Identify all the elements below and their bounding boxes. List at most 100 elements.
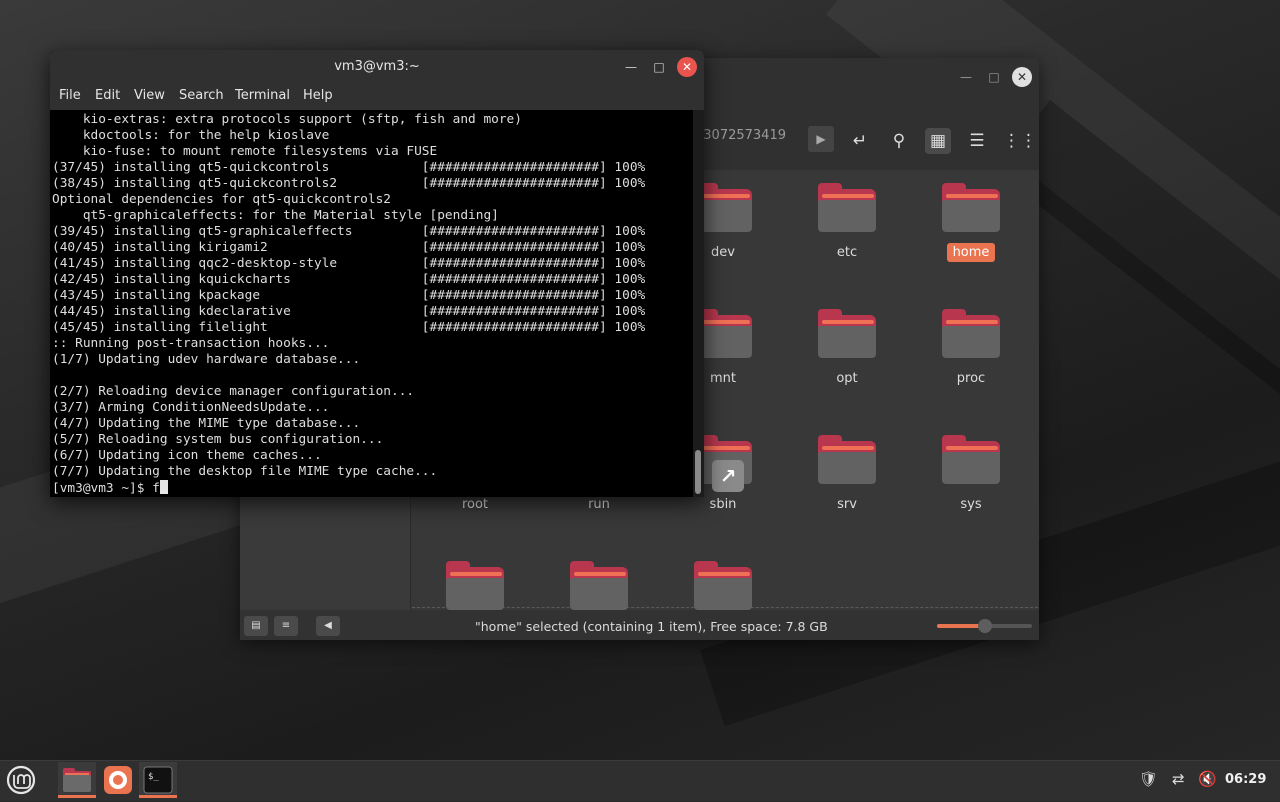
maximize-icon[interactable]: □: [649, 57, 669, 77]
folder-icon-front: [942, 200, 1000, 232]
folder-label-text: root: [461, 497, 489, 512]
folder-icon-strip: [698, 446, 750, 450]
terminal-scrollbar[interactable]: [693, 110, 704, 497]
minimize-icon[interactable]: —: [621, 57, 641, 77]
folder-icon-strip: [450, 572, 502, 576]
open-terminal-here-icon[interactable]: ↵: [847, 128, 873, 154]
hide-sidebar-icon[interactable]: ◀: [316, 616, 340, 636]
folder-label[interactable]: home: [926, 243, 1016, 262]
terminal-line: (39/45) installing qt5-graphicaleffects …: [52, 224, 646, 239]
zoom-slider[interactable]: [937, 619, 1032, 633]
folder-label[interactable]: etc: [802, 245, 892, 260]
folder-icon[interactable]: [570, 561, 630, 611]
folder-label-text: srv: [837, 497, 857, 512]
terminal-line: (40/45) installing kirigami2 [##########…: [52, 240, 646, 255]
terminal-line: :: Running post-transaction hooks...: [52, 336, 330, 351]
terminal-icon: $_: [143, 766, 173, 794]
path-forward-arrow-icon[interactable]: ▶: [808, 126, 834, 152]
terminal-line: qt5-graphicaleffects: for the Material s…: [52, 208, 499, 223]
taskbar-files-button[interactable]: [58, 762, 96, 798]
folder-label[interactable]: run: [554, 497, 644, 512]
update-manager-shield-icon[interactable]: 🛡: [1139, 770, 1158, 788]
menu-edit[interactable]: Edit: [95, 88, 120, 103]
folder-label-text: sbin: [709, 497, 737, 512]
terminal-scrollbar-thumb[interactable]: [695, 450, 701, 494]
folder-label[interactable]: sys: [926, 497, 1016, 512]
terminal-prompt-line[interactable]: [vm3@vm3 ~]$ f: [52, 480, 690, 496]
folder-icon[interactable]: [694, 561, 754, 611]
folder-icon-front: [446, 578, 504, 610]
folder-label[interactable]: srv: [802, 497, 892, 512]
svg-text:$_: $_: [148, 772, 159, 782]
folder-icon[interactable]: [942, 309, 1002, 359]
terminal-cursor: [159, 480, 168, 494]
folder-label[interactable]: sbin: [678, 497, 768, 512]
folder-label-text: run: [588, 497, 610, 512]
folder-icon[interactable]: [818, 183, 878, 233]
minimize-icon[interactable]: —: [956, 67, 976, 87]
compact-view-icon[interactable]: ⋮⋮: [1003, 128, 1037, 154]
menu-view[interactable]: View: [134, 88, 165, 103]
close-icon[interactable]: ✕: [1012, 67, 1032, 87]
close-icon[interactable]: ✕: [677, 57, 697, 77]
terminal-line: (38/45) installing qt5-quickcontrols2 [#…: [52, 176, 646, 191]
places-sidebar-toggle-icon[interactable]: ▤: [244, 616, 268, 636]
terminal-line: (4/7) Updating the MIME type database...: [52, 416, 361, 431]
terminal-line: Optional dependencies for qt5-quickcontr…: [52, 192, 391, 207]
folder-label-text: mnt: [710, 371, 736, 386]
tree-sidebar-toggle-icon[interactable]: ≡: [274, 616, 298, 636]
mint-menu-icon: [6, 765, 36, 795]
maximize-icon[interactable]: □: [984, 67, 1004, 87]
folder-label[interactable]: root: [430, 497, 520, 512]
folder-label-text: sys: [960, 497, 982, 512]
network-icon[interactable]: ⇄: [1172, 770, 1185, 788]
list-view-icon[interactable]: ☰: [964, 128, 990, 154]
folder-icon[interactable]: [446, 561, 506, 611]
icon-view-grid-icon[interactable]: ▦: [925, 128, 951, 154]
terminal-line: (5/7) Reloading system bus configuration…: [52, 432, 384, 447]
folder-icon-strip: [822, 194, 874, 198]
menu-file[interactable]: File: [59, 88, 81, 103]
terminal-line: (3/7) Arming ConditionNeedsUpdate...: [52, 400, 330, 415]
terminal-output[interactable]: kio-extras: extra protocols support (sft…: [52, 112, 690, 497]
folder-label[interactable]: opt: [802, 371, 892, 386]
symlink-emblem-icon: ↗: [712, 460, 744, 492]
files-icon: [63, 768, 91, 792]
folder-icon-strip: [822, 446, 874, 450]
folder-icon-front: [570, 578, 628, 610]
terminal-prompt: [vm3@vm3 ~]$ f: [52, 481, 160, 496]
terminal-line: (1/7) Updating udev hardware database...: [52, 352, 361, 367]
terminal-line: kio-fuse: to mount remote filesystems vi…: [52, 144, 438, 159]
volume-muted-icon[interactable]: 🔇: [1198, 770, 1217, 788]
path-bar-segment[interactable]: 23072573419: [695, 128, 786, 143]
menu-terminal[interactable]: Terminal: [235, 88, 290, 103]
taskbar-terminal-button[interactable]: $_: [139, 762, 177, 798]
folder-label-text: home: [946, 243, 996, 262]
folder-icon-strip: [574, 572, 626, 576]
terminal-line: (37/45) installing qt5-quickcontrols [##…: [52, 160, 646, 175]
status-text: "home" selected (containing 1 item), Fre…: [475, 619, 828, 634]
terminal-line: (44/45) installing kdeclarative [#######…: [52, 304, 646, 319]
folder-icon-strip: [946, 446, 998, 450]
folder-icon-front: [942, 326, 1000, 358]
folder-icon-strip: [698, 194, 750, 198]
folder-icon[interactable]: [942, 435, 1002, 485]
menu-help[interactable]: Help: [303, 88, 333, 103]
terminal-line: kdoctools: for the help kioslave: [52, 128, 330, 143]
zoom-slider-handle[interactable]: [977, 619, 992, 633]
menu-search[interactable]: Search: [179, 88, 224, 103]
clock[interactable]: 06:29: [1225, 772, 1266, 787]
folder-icon[interactable]: [818, 435, 878, 485]
search-icon[interactable]: ⚲: [886, 128, 912, 154]
folder-icon-strip: [946, 320, 998, 324]
folder-icon[interactable]: [818, 309, 878, 359]
folder-icon[interactable]: [942, 183, 1002, 233]
mint-menu-button[interactable]: [2, 762, 40, 798]
terminal-line: (41/45) installing qqc2-desktop-style [#…: [52, 256, 646, 271]
terminal-line: (43/45) installing kpackage [###########…: [52, 288, 646, 303]
folder-label-text: opt: [836, 371, 858, 386]
taskbar-firefox-button[interactable]: [99, 762, 137, 798]
folder-icon-front: [694, 578, 752, 610]
folder-label[interactable]: proc: [926, 371, 1016, 386]
folder-icon-strip: [698, 572, 750, 576]
